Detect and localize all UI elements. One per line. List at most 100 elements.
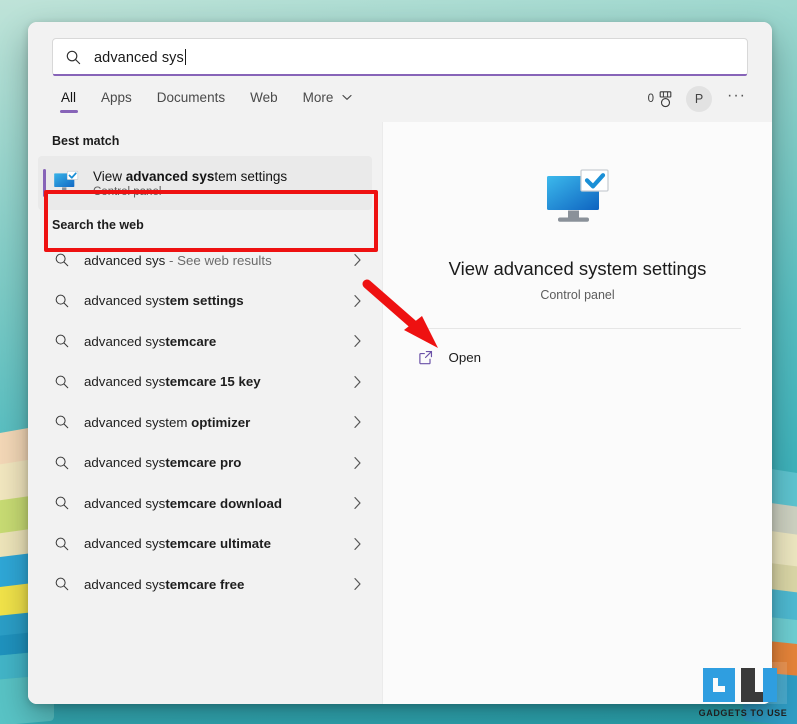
advanced-system-settings-icon (542, 164, 614, 236)
filter-tabs-bar: All Apps Documents Web More (28, 76, 772, 122)
rewards-count: 0 (648, 93, 654, 105)
search-input-value: advanced sys (94, 50, 184, 66)
avatar-initial: P (695, 92, 703, 106)
best-match-heading: Best match (28, 126, 382, 156)
watermark-logo: GADGETS TO USE (695, 658, 791, 722)
search-icon (54, 252, 70, 268)
web-suggestion-label: advanced system settings (84, 293, 244, 308)
header-right-cluster: 0 P ··· (648, 86, 748, 112)
sugg-plain: advanced sys (84, 577, 165, 592)
chevron-right-icon (353, 294, 362, 308)
chevron-right-icon (353, 415, 362, 429)
sugg-plain: advanced sys (84, 253, 165, 268)
web-suggestion-label: advanced systemcare 15 key (84, 374, 261, 389)
tab-more-label: More (303, 90, 334, 105)
best-match-subtitle: Control panel (93, 186, 287, 198)
windows-search-flyout: advanced sys All Apps Documents Web (28, 22, 772, 704)
best-match-row[interactable]: View advanced system settings Control pa… (38, 156, 372, 210)
preview-pane: View advanced system settings Control pa… (382, 122, 772, 704)
search-icon (54, 293, 70, 309)
web-suggestion-label: advanced system optimizer (84, 415, 250, 430)
search-results-body: Best match (28, 122, 772, 704)
web-suggestion-row[interactable]: advanced systemcare ultimate (38, 524, 372, 565)
web-suggestion-label: advanced systemcare pro (84, 455, 241, 470)
web-suggestion-label: advanced systemcare download (84, 496, 282, 511)
tab-apps[interactable]: Apps (90, 84, 143, 115)
web-suggestion-row[interactable]: advanced systemcare download (38, 483, 372, 524)
web-suggestion-row[interactable]: advanced systemcare free (38, 564, 372, 605)
search-icon (54, 333, 70, 349)
open-action-label: Open (449, 350, 482, 365)
sugg-plain: advanced system (84, 415, 187, 430)
search-icon (65, 49, 82, 66)
sugg-plain: advanced sys (84, 334, 165, 349)
sugg-bold: tem settings (165, 293, 243, 308)
selection-indicator (43, 169, 46, 197)
open-action[interactable]: Open (415, 337, 741, 377)
web-suggestion-row[interactable]: advanced sys - See web results (38, 240, 372, 281)
best-match-title-plain: View (93, 169, 126, 184)
web-suggestion-label: advanced systemcare (84, 334, 216, 349)
sugg-bold: temcare (165, 334, 216, 349)
rewards-medal-icon (658, 91, 673, 108)
web-suggestion-row[interactable]: advanced systemcare 15 key (38, 362, 372, 403)
tab-all[interactable]: All (50, 84, 87, 115)
tab-web-label: Web (250, 90, 278, 105)
tab-more[interactable]: More (292, 84, 364, 115)
preview-content: View advanced system settings Control pa… (383, 128, 772, 377)
desktop-background: advanced sys All Apps Documents Web (0, 0, 797, 724)
results-column: Best match (28, 122, 382, 704)
search-icon (54, 374, 70, 390)
sugg-bold: temcare pro (165, 455, 241, 470)
chevron-right-icon (353, 375, 362, 389)
sugg-plain: advanced sys (84, 536, 165, 551)
sugg-plain: advanced sys (84, 496, 165, 511)
external-link-icon (417, 349, 434, 366)
text-caret (185, 49, 186, 65)
search-header: advanced sys (28, 22, 772, 76)
web-suggestion-row[interactable]: advanced system optimizer (38, 402, 372, 443)
web-suggestion-row[interactable]: advanced system settings (38, 281, 372, 322)
filter-tabs: All Apps Documents Web More (50, 84, 363, 115)
tab-web[interactable]: Web (239, 84, 289, 115)
tab-all-label: All (61, 90, 76, 105)
sugg-bold: temcare free (165, 577, 244, 592)
watermark-text: GADGETS TO USE (699, 708, 788, 718)
search-input[interactable]: advanced sys (52, 38, 748, 76)
search-icon (54, 414, 70, 430)
tab-documents[interactable]: Documents (146, 84, 236, 115)
preview-title: View advanced system settings (449, 258, 707, 280)
chevron-right-icon (353, 537, 362, 551)
best-match-title: View advanced system settings (93, 169, 287, 184)
search-web-heading: Search the web (28, 210, 382, 240)
web-suggestion-label: advanced systemcare free (84, 577, 244, 592)
tab-apps-label: Apps (101, 90, 132, 105)
chevron-right-icon (353, 577, 362, 591)
advanced-system-settings-icon (52, 169, 80, 197)
more-options-glyph: ··· (727, 87, 746, 104)
rewards-button[interactable]: 0 (648, 91, 673, 108)
chevron-right-icon (353, 253, 362, 267)
best-match-title-rest: tem settings (214, 169, 287, 184)
web-suggestion-label: advanced systemcare ultimate (84, 536, 271, 551)
tab-documents-label: Documents (157, 90, 225, 105)
chevron-down-icon (342, 94, 352, 101)
sugg-bold: temcare 15 key (165, 374, 260, 389)
chevron-right-icon (353, 496, 362, 510)
sugg-plain: advanced sys (84, 455, 165, 470)
chevron-right-icon (353, 456, 362, 470)
chevron-right-icon (353, 334, 362, 348)
web-suggestion-row[interactable]: advanced systemcare (38, 321, 372, 362)
more-options-button[interactable]: ··· (725, 87, 748, 111)
search-icon (54, 536, 70, 552)
sugg-bold: temcare ultimate (165, 536, 271, 551)
web-suggestion-label: advanced sys - See web results (84, 253, 272, 268)
best-match-title-bold: advanced sys (126, 169, 215, 184)
search-icon (54, 495, 70, 511)
web-suggestion-row[interactable]: advanced systemcare pro (38, 443, 372, 484)
sugg-plain: advanced sys (84, 374, 165, 389)
sugg-suffix: - See web results (165, 253, 271, 268)
search-icon (54, 455, 70, 471)
sugg-bold: optimizer (187, 415, 250, 430)
avatar[interactable]: P (686, 86, 712, 112)
